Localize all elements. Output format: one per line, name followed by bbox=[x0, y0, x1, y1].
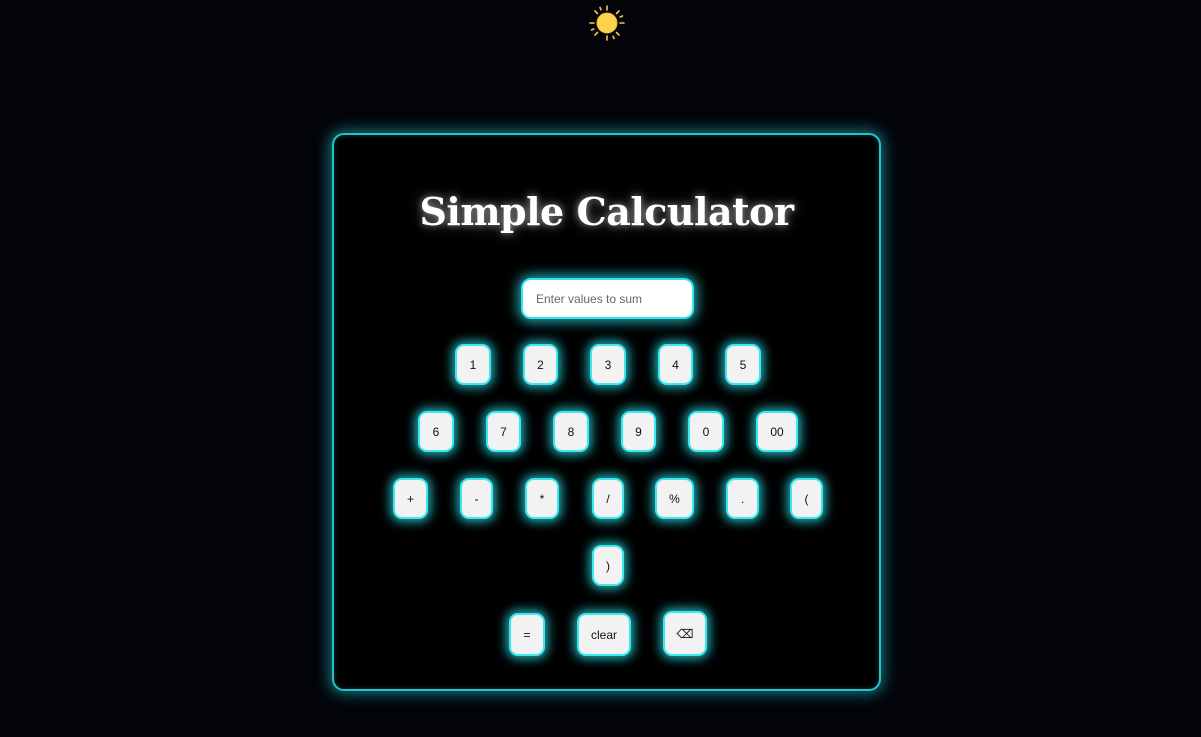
key-6[interactable]: 6 bbox=[418, 411, 454, 452]
key-4[interactable]: 4 bbox=[658, 344, 693, 385]
key-00[interactable]: 00 bbox=[756, 411, 798, 452]
sun-icon bbox=[589, 5, 625, 41]
key-5[interactable]: 5 bbox=[725, 344, 761, 385]
key-multiply[interactable]: * bbox=[525, 478, 559, 519]
calculator-card: Simple Calculator 1 2 3 4 5 6 7 8 9 0 00… bbox=[332, 133, 881, 691]
page-title: Simple Calculator bbox=[419, 189, 794, 234]
key-7[interactable]: 7 bbox=[486, 411, 521, 452]
key-close-paren[interactable]: ) bbox=[592, 545, 624, 586]
key-open-paren[interactable]: ( bbox=[790, 478, 823, 519]
key-1[interactable]: 1 bbox=[455, 344, 491, 385]
calculator-display-input[interactable] bbox=[521, 278, 694, 319]
key-decimal[interactable]: . bbox=[726, 478, 759, 519]
backspace-button[interactable]: ⌫ bbox=[663, 611, 707, 656]
key-2[interactable]: 2 bbox=[523, 344, 558, 385]
equals-button[interactable]: = bbox=[509, 613, 545, 656]
theme-toggle-button[interactable] bbox=[588, 4, 626, 42]
key-0[interactable]: 0 bbox=[688, 411, 724, 452]
key-minus[interactable]: - bbox=[460, 478, 493, 519]
key-9[interactable]: 9 bbox=[621, 411, 656, 452]
key-percent[interactable]: % bbox=[655, 478, 694, 519]
key-8[interactable]: 8 bbox=[553, 411, 589, 452]
clear-button[interactable]: clear bbox=[577, 613, 631, 656]
key-divide[interactable]: / bbox=[592, 478, 624, 519]
key-3[interactable]: 3 bbox=[590, 344, 626, 385]
key-plus[interactable]: + bbox=[393, 478, 428, 519]
